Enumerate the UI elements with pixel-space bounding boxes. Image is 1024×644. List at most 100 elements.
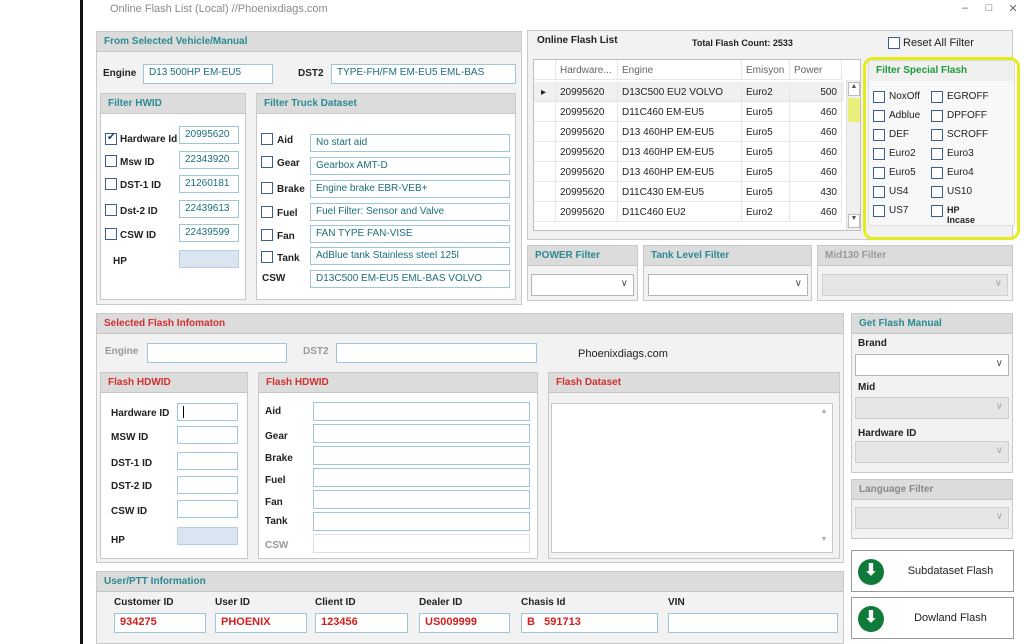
table-row[interactable]: 20995620 D13 460HP EM-EU5 Euro5 460 bbox=[534, 162, 844, 182]
user-info-header: User/PTT Information bbox=[97, 572, 843, 592]
fan-field[interactable]: FAN TYPE FAN-VISE bbox=[310, 225, 510, 243]
dst2-field[interactable]: TYPE-FH/FM EM-EU5 EML-BAS bbox=[331, 64, 516, 84]
scroll-up-icon[interactable]: ▲ bbox=[848, 82, 860, 96]
cell: D13 460HP EM-EU5 bbox=[618, 162, 742, 182]
table-row[interactable]: 20995620 D11C460 EU2 Euro2 460 bbox=[534, 202, 844, 222]
subdataset-flash-button[interactable]: ⬇ Subdataset Flash bbox=[851, 550, 1014, 592]
brand-label: Brand bbox=[858, 338, 887, 349]
sel-engine-field[interactable] bbox=[147, 343, 287, 363]
fh2-fuel-label: Fuel bbox=[265, 475, 286, 486]
cell: Euro2 bbox=[742, 82, 790, 102]
client-id-label: Client ID bbox=[315, 597, 356, 608]
dst1-id-checkbox[interactable] bbox=[105, 178, 117, 190]
fh2-aid-field[interactable] bbox=[313, 402, 530, 421]
gear-field[interactable]: Gearbox AMT-D bbox=[310, 157, 510, 175]
fh-dst2-field[interactable] bbox=[177, 476, 238, 494]
fh2-csw-field bbox=[313, 534, 530, 553]
tank-filter-select[interactable]: ∨ bbox=[648, 274, 808, 296]
fh2-fuel-field[interactable] bbox=[313, 468, 530, 487]
cell: 20995620 bbox=[556, 122, 618, 142]
fh2-tank-field[interactable] bbox=[313, 512, 530, 531]
fuel-checkbox[interactable] bbox=[261, 206, 273, 218]
highlight-annotation bbox=[863, 57, 1020, 240]
dealer-id-field[interactable]: US009999 bbox=[419, 613, 510, 633]
col-hardware[interactable]: Hardware... bbox=[556, 60, 618, 80]
sel-engine-label: Engine bbox=[105, 346, 139, 357]
sel-dst2-field[interactable] bbox=[336, 343, 537, 363]
table-row[interactable]: 20995620 D11C430 EM-EU5 Euro5 430 bbox=[534, 182, 844, 202]
csw-id-checkbox[interactable] bbox=[105, 228, 117, 240]
table-row[interactable]: 20995620 D11C460 EM-EU5 Euro5 460 bbox=[534, 102, 844, 122]
fh-dst1-field[interactable] bbox=[177, 452, 238, 470]
filter-truck-header: Filter Truck Dataset bbox=[257, 94, 515, 114]
chevron-down-icon: ∨ bbox=[995, 445, 1003, 456]
table-row[interactable]: 20995620 D13 460HP EM-EU5 Euro5 460 bbox=[534, 122, 844, 142]
chevron-down-icon: ∨ bbox=[995, 511, 1003, 522]
table-row[interactable]: ▸ 20995620 D13C500 EU2 VOLVO Euro2 500 bbox=[534, 82, 844, 102]
power-filter-select[interactable]: ∨ bbox=[531, 274, 634, 296]
customer-id-field[interactable]: 934275 bbox=[114, 613, 206, 633]
download-flash-button[interactable]: ⬇ Dowland Flash bbox=[851, 597, 1014, 639]
fh-csw-field[interactable] bbox=[177, 500, 238, 518]
cell: Euro5 bbox=[742, 182, 790, 202]
filter-hwid-panel: Filter HWID bbox=[100, 93, 246, 300]
client-id-field[interactable]: 123456 bbox=[315, 613, 408, 633]
fh2-brake-field[interactable] bbox=[313, 446, 530, 465]
engine-field[interactable]: D13 500HP EM-EU5 bbox=[143, 64, 273, 84]
fh2-gear-field[interactable] bbox=[313, 424, 530, 443]
csw-id-field[interactable]: 22439599 bbox=[179, 224, 239, 242]
engine-label: Engine bbox=[103, 68, 137, 79]
fh-hardware-label: Hardware ID bbox=[111, 408, 170, 419]
fan-checkbox[interactable] bbox=[261, 229, 273, 241]
dst2-id-label: Dst-2 ID bbox=[120, 206, 158, 217]
hardware-id-field[interactable]: 20995620 bbox=[179, 126, 239, 144]
fh-hardware-field[interactable] bbox=[177, 403, 238, 421]
fuel-field[interactable]: Fuel Filter: Sensor and Valve bbox=[310, 203, 510, 221]
fh2-brake-label: Brake bbox=[265, 453, 293, 464]
fh-msw-field[interactable] bbox=[177, 426, 238, 444]
minimize-icon[interactable]: – bbox=[956, 2, 974, 14]
brake-field[interactable]: Engine brake EBR-VEB+ bbox=[310, 180, 510, 198]
col-emisyon[interactable]: Emisyon bbox=[742, 60, 790, 80]
close-icon[interactable]: ✕ bbox=[1004, 2, 1022, 15]
grid-scrollbar[interactable]: ▲ ▼ bbox=[846, 80, 860, 230]
cell: 20995620 bbox=[556, 82, 618, 102]
scroll-down-icon[interactable]: ▼ bbox=[848, 214, 860, 228]
filter-hwid-header: Filter HWID bbox=[101, 94, 245, 114]
tank-checkbox[interactable] bbox=[261, 251, 273, 263]
window-title: Online Flash List (Local) //Phoenixdiags… bbox=[110, 3, 328, 15]
cell: 460 bbox=[790, 142, 842, 162]
mid130-filter-select: ∨ bbox=[822, 274, 1008, 296]
aid-checkbox[interactable] bbox=[261, 133, 273, 145]
gear-checkbox[interactable] bbox=[261, 156, 273, 168]
aid-field[interactable]: No start aid bbox=[310, 134, 510, 152]
brake-checkbox[interactable] bbox=[261, 182, 273, 194]
user-info-panel: User/PTT Information bbox=[96, 571, 844, 644]
csw-field[interactable]: D13C500 EM-EU5 EML-BAS VOLVO bbox=[310, 270, 510, 288]
msw-id-checkbox[interactable] bbox=[105, 155, 117, 167]
table-row[interactable]: 20995620 D13 460HP EM-EU5 Euro5 460 bbox=[534, 142, 844, 162]
chasis-id-field[interactable]: B 591713 bbox=[521, 613, 658, 633]
site-label: Phoenixdiags.com bbox=[578, 348, 668, 360]
msw-id-field[interactable]: 22343920 bbox=[179, 151, 239, 169]
restore-icon[interactable]: □ bbox=[980, 2, 998, 14]
dst2-id-field[interactable]: 22439613 bbox=[179, 200, 239, 218]
col-engine[interactable]: Engine bbox=[618, 60, 742, 80]
cell: 20995620 bbox=[556, 202, 618, 222]
flash-grid[interactable]: Hardware... Engine Emisyon Power ▸ 20995… bbox=[533, 59, 861, 231]
vin-field[interactable] bbox=[668, 613, 838, 633]
reset-all-checkbox[interactable] bbox=[888, 37, 900, 49]
hardware-id-checkbox[interactable] bbox=[105, 132, 117, 145]
flash-dataset-textarea[interactable]: ▲ ▼ bbox=[551, 403, 833, 553]
chevron-down-icon: ∨ bbox=[995, 401, 1003, 412]
dst1-id-field[interactable]: 21260181 bbox=[179, 175, 239, 193]
scroll-thumb[interactable] bbox=[848, 98, 860, 122]
user-id-field[interactable]: PHOENIX bbox=[215, 613, 307, 633]
dst2-id-checkbox[interactable] bbox=[105, 204, 117, 216]
scroll-down-icon[interactable]: ▼ bbox=[818, 536, 830, 548]
brand-select[interactable]: ∨ bbox=[855, 354, 1009, 376]
col-power[interactable]: Power bbox=[790, 60, 842, 80]
scroll-up-icon[interactable]: ▲ bbox=[818, 408, 830, 420]
fh2-fan-field[interactable] bbox=[313, 490, 530, 509]
tank-field[interactable]: AdBlue tank Stainless steel 125l bbox=[310, 247, 510, 265]
